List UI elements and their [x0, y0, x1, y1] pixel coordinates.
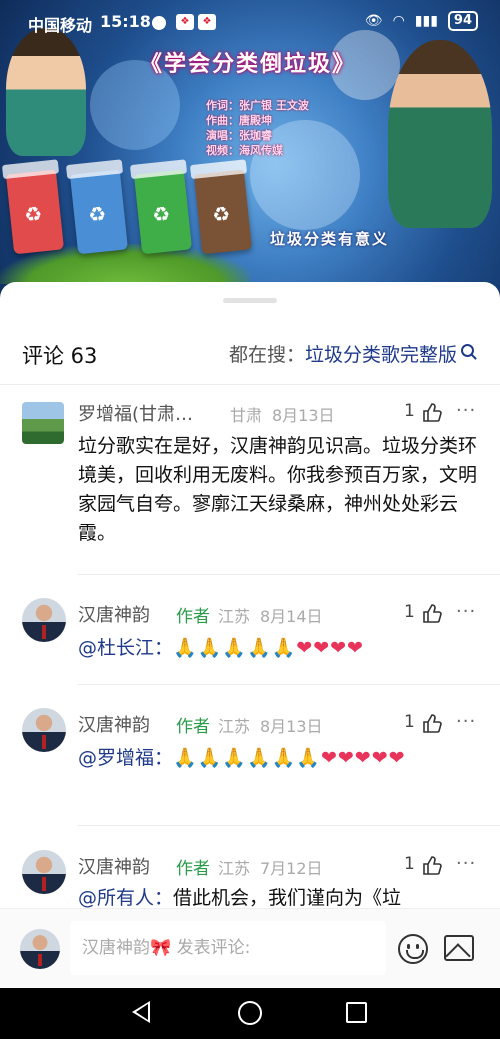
comment-body: 🙏🙏🙏🙏🙏❤❤❤❤: [173, 637, 364, 659]
video-subtitle: 垃圾分类有意义: [270, 230, 390, 248]
comment-body: 🙏🙏🙏🙏🙏🙏❤❤❤❤❤: [173, 747, 406, 769]
clock: 15:18: [100, 12, 151, 31]
like-count: 1: [404, 602, 415, 622]
avatar[interactable]: [22, 708, 66, 752]
avatar-tie: [42, 877, 46, 891]
comment-mention[interactable]: @杜长江：: [78, 637, 173, 659]
thumbs-up-icon[interactable]: [422, 855, 442, 875]
signal-icon: ▮▮▮: [414, 13, 438, 29]
blue-bin-icon: [69, 169, 129, 255]
search-icon: [461, 344, 474, 357]
comment-date: 8月13日: [272, 406, 335, 425]
app-notification-icon: ❖: [198, 14, 216, 30]
thumbs-up-icon[interactable]: [422, 603, 442, 623]
divider: [0, 384, 500, 385]
divider: [78, 574, 500, 575]
author-badge: 作者: [176, 717, 210, 737]
author-badge: 作者: [176, 859, 210, 879]
avatar-tie: [42, 735, 46, 749]
comment-date: 8月14日: [260, 607, 323, 626]
video-player[interactable]: 《学会分类倒垃圾》 作词：张广银 王文波 作曲：唐殿坤 演唱：张珈睿 视频：海风…: [0, 0, 500, 300]
emoji-icon[interactable]: [398, 934, 428, 964]
divider: [78, 825, 500, 826]
avatar-tie: [42, 625, 46, 639]
comment-location: 江苏: [218, 859, 251, 878]
video-title: 《学会分类倒垃圾》: [140, 51, 357, 77]
comment-text: 垃分歌实在是好，汉唐神韵见识高。垃圾分类环境美，回收利用无废料。你我参预百万家，…: [78, 432, 482, 548]
hot-search[interactable]: 都在搜：垃圾分类歌完整版: [229, 340, 474, 367]
image-icon[interactable]: [444, 935, 474, 961]
more-options-icon[interactable]: ···: [456, 853, 476, 874]
current-user-avatar[interactable]: [20, 929, 60, 969]
like-count: 1: [404, 854, 415, 874]
comment-location: 江苏: [218, 717, 251, 736]
comment-mention[interactable]: @罗增福：: [78, 747, 173, 769]
video-credits: 作词：张广银 王文波 作曲：唐殿坤 演唱：张珈睿 视频：海风传媒: [206, 98, 309, 158]
comment-sheet: 评论 63 都在搜：垃圾分类歌完整版 罗增福(甘肃… 甘肃 8月13日 1 ··…: [0, 282, 500, 988]
red-bin-icon: [5, 169, 65, 255]
comment-item: 汉唐神韵 作者 江苏 8月13日 1 ··· @罗增福：🙏🙏🙏🙏🙏🙏❤❤❤❤❤: [0, 708, 500, 808]
comment-item: 汉唐神韵 作者 江苏 8月14日 1 ··· @杜长江：🙏🙏🙏🙏🙏❤❤❤❤: [0, 598, 500, 678]
more-options-icon[interactable]: ···: [456, 711, 476, 732]
comment-location: 江苏: [218, 607, 251, 626]
trash-bins-illustration: [5, 160, 253, 260]
comment-item: 汉唐神韵 作者 江苏 7月12日 1 ··· @所有人：借此机会，我们谨向为《垃: [0, 850, 500, 910]
eye-icon: 👁: [364, 13, 383, 29]
girl-image-right: [388, 40, 492, 228]
comment-body: 借此机会，我们谨向为《垃: [173, 887, 402, 909]
comment-mention[interactable]: @所有人：: [78, 887, 173, 909]
status-icons: 👁 ◠ ▮▮▮ 94: [365, 11, 478, 31]
comment-text: @罗增福：🙏🙏🙏🙏🙏🙏❤❤❤❤❤: [78, 744, 482, 773]
avatar[interactable]: [22, 850, 66, 894]
notification-dot-icon: [152, 16, 166, 30]
comment-input[interactable]: 汉唐神韵🎀 发表评论:: [70, 921, 386, 975]
thumbs-up-icon[interactable]: [422, 713, 442, 733]
comment-username[interactable]: 汉唐神韵: [78, 601, 150, 627]
credit-music: 作曲：唐殿坤: [206, 114, 272, 127]
brown-bin-icon: [193, 169, 253, 255]
comment-username[interactable]: 汉唐神韵: [78, 853, 150, 879]
author-badge: 作者: [176, 607, 210, 627]
home-icon[interactable]: [238, 1001, 262, 1025]
credit-video: 视频：海风传媒: [206, 144, 283, 157]
input-username: 汉唐神韵: [82, 938, 150, 958]
bow-icon: 🎀: [150, 938, 172, 958]
comment-username[interactable]: 罗增福(甘肃…: [78, 400, 193, 426]
battery-icon: 94: [447, 11, 478, 31]
carrier-label: 中国移动: [28, 16, 93, 35]
comment-body: 垃分歌实在是好，汉唐神韵见识高。垃圾分类环境美，回收利用无废料。你我参预百万家，…: [78, 435, 478, 544]
more-options-icon[interactable]: ···: [456, 601, 476, 622]
like-count: 1: [404, 401, 415, 421]
girl-image-left: [6, 28, 86, 156]
comment-item: 罗增福(甘肃… 甘肃 8月13日 1 ··· 垃分歌实在是好，汉唐神韵见识高。垃…: [0, 400, 500, 570]
back-icon[interactable]: [132, 1001, 150, 1023]
hot-search-prefix: 都在搜：: [228, 344, 305, 366]
drag-handle[interactable]: [223, 298, 277, 303]
comment-text: @杜长江：🙏🙏🙏🙏🙏❤❤❤❤: [78, 634, 482, 663]
comment-date: 8月13日: [260, 717, 323, 736]
wifi-icon: ◠: [392, 13, 405, 29]
avatar-tie: [38, 954, 42, 966]
avatar[interactable]: [22, 402, 64, 444]
divider: [78, 684, 500, 685]
input-placeholder: 发表评论:: [176, 938, 251, 958]
system-nav-bar: [0, 988, 500, 1039]
credit-singer: 演唱：张珈睿: [206, 129, 272, 142]
thumbs-up-icon[interactable]: [422, 402, 442, 422]
comment-username[interactable]: 汉唐神韵: [78, 711, 150, 737]
comment-count: 评论 63: [22, 344, 98, 368]
hot-search-query[interactable]: 垃圾分类歌完整版: [305, 344, 457, 366]
avatar[interactable]: [22, 598, 66, 642]
status-bar: 中国移动 15:18 ❖ ❖ 👁 ◠ ▮▮▮ 94: [0, 8, 500, 36]
comment-location: 甘肃: [230, 406, 263, 425]
app-notification-icon: ❖: [176, 14, 194, 30]
like-count: 1: [404, 712, 415, 732]
comment-date: 7月12日: [260, 859, 323, 878]
credit-lyrics: 作词：张广银 王文波: [206, 99, 309, 112]
comment-input-bar: 汉唐神韵🎀 发表评论:: [0, 908, 500, 988]
more-options-icon[interactable]: ···: [456, 400, 476, 421]
recent-apps-icon[interactable]: [346, 1002, 367, 1023]
green-bin-icon: [133, 169, 193, 255]
